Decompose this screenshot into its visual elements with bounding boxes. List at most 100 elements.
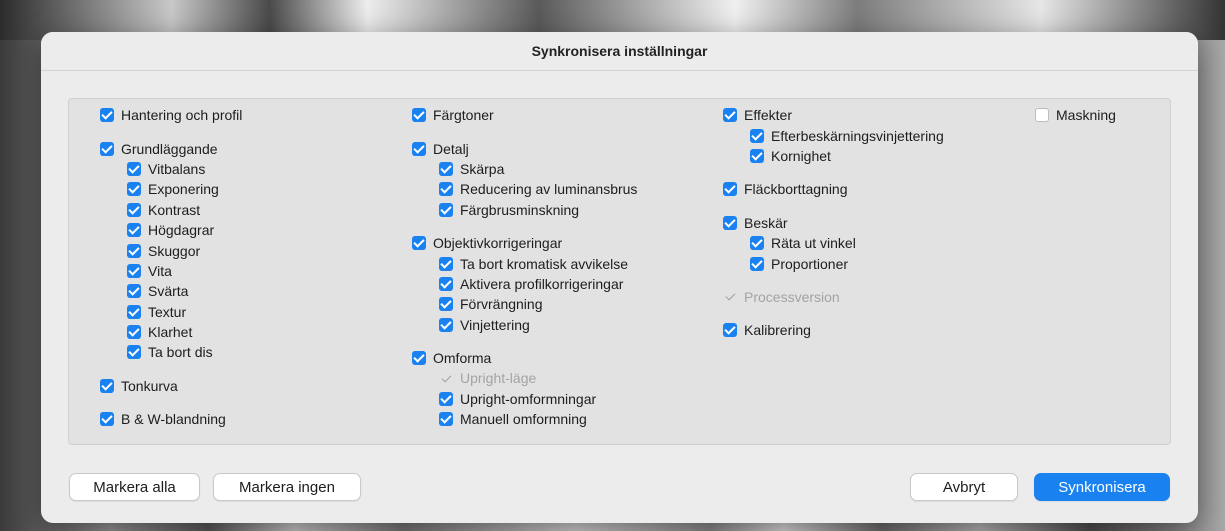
checked-checkbox-icon[interactable] (127, 263, 141, 278)
checkbox-row-kontrast[interactable]: Kontrast (100, 200, 242, 220)
checkbox-row-beskär[interactable]: Beskär (723, 213, 944, 233)
checked-checkbox-icon[interactable] (100, 412, 114, 427)
checkbox-row-objektivkorrigeringar[interactable]: Objektivkorrigeringar (412, 233, 637, 253)
checkbox-row-klarhet[interactable]: Klarhet (100, 322, 242, 342)
checkbox-row-effekter[interactable]: Effekter (723, 105, 944, 125)
checkbox-row-vinjettering[interactable]: Vinjettering (412, 315, 637, 335)
checkbox-row-skärpa[interactable]: Skärpa (412, 159, 637, 179)
checkbox-label: Grundläggande (121, 140, 218, 157)
checkbox-row-aktivera-profilkorrigeringar[interactable]: Aktivera profilkorrigeringar (412, 274, 637, 294)
checked-checkbox-icon[interactable] (439, 297, 453, 312)
checked-checkbox-icon[interactable] (127, 243, 141, 258)
checked-checkbox-icon[interactable] (723, 182, 737, 197)
checkbox-label: Skuggor (148, 242, 201, 259)
checkbox-row-hantering-och-profil[interactable]: Hantering och profil (100, 105, 242, 125)
checked-checkbox-icon[interactable] (127, 202, 141, 217)
checkbox-row-räta-ut-vinkel[interactable]: Räta ut vinkel (723, 233, 944, 253)
checkbox-row-ta-bort-dis[interactable]: Ta bort dis (100, 342, 242, 362)
checked-checkbox-icon[interactable] (412, 351, 426, 366)
synchronize-button[interactable]: Synkronisera (1034, 473, 1170, 501)
checked-checkbox-icon[interactable] (750, 256, 764, 271)
checked-checkbox-icon[interactable] (100, 108, 114, 123)
checked-checkbox-icon[interactable] (439, 182, 453, 197)
checked-checkbox-icon[interactable] (723, 215, 737, 230)
checked-checkbox-icon[interactable] (439, 276, 453, 291)
checkbox-row-manuell-omformning[interactable]: Manuell omformning (412, 409, 637, 429)
checked-checkbox-icon[interactable] (439, 412, 453, 427)
checkbox-row-skuggor[interactable]: Skuggor (100, 240, 242, 260)
checked-checkbox-icon[interactable] (412, 236, 426, 251)
checkbox-row-vita[interactable]: Vita (100, 261, 242, 281)
checked-checkbox-icon[interactable] (412, 141, 426, 156)
checkbox-label: Upright-omformningar (460, 390, 597, 407)
checked-checkbox-icon[interactable] (439, 161, 453, 176)
select-all-button[interactable]: Markera alla (69, 473, 200, 501)
checked-checkbox-icon[interactable] (439, 317, 453, 332)
checkbox-label: Klarhet (148, 324, 193, 341)
checked-checkbox-icon (723, 290, 737, 304)
checkbox-row-färgbrusminskning[interactable]: Färgbrusminskning (412, 200, 637, 220)
checkbox-row-reducering-av-luminansbrus[interactable]: Reducering av luminansbrus (412, 179, 637, 199)
checkbox-label: Förvrängning (460, 296, 543, 313)
checkbox-row-exponering[interactable]: Exponering (100, 179, 242, 199)
checked-checkbox-icon[interactable] (127, 161, 141, 176)
checkbox-label: Maskning (1056, 107, 1116, 124)
checked-checkbox-icon[interactable] (723, 108, 737, 123)
cancel-button[interactable]: Avbryt (910, 473, 1018, 501)
checkbox-label: Processversion (744, 288, 840, 305)
checkbox-row-grundläggande[interactable]: Grundläggande (100, 138, 242, 158)
checkbox-row-tonkurva[interactable]: Tonkurva (100, 376, 242, 396)
checked-checkbox-icon[interactable] (439, 202, 453, 217)
checkbox-label: Hantering och profil (121, 107, 243, 124)
checkbox-row-maskning[interactable]: Maskning (1035, 105, 1116, 125)
checkbox-row-svärta[interactable]: Svärta (100, 281, 242, 301)
checkbox-row-upright-omformningar[interactable]: Upright-omformningar (412, 389, 637, 409)
checked-checkbox-icon[interactable] (127, 345, 141, 360)
checkbox-row-textur[interactable]: Textur (100, 302, 242, 322)
checked-checkbox-icon[interactable] (439, 391, 453, 406)
checkbox-label: Proportioner (771, 255, 849, 272)
checked-checkbox-icon[interactable] (750, 148, 764, 163)
checkbox-row-kornighet[interactable]: Kornighet (723, 146, 944, 166)
checkbox-row-färgtoner[interactable]: Färgtoner (412, 105, 637, 125)
checked-checkbox-icon[interactable] (750, 128, 764, 143)
checked-checkbox-icon[interactable] (127, 284, 141, 299)
checkbox-row-förvrängning[interactable]: Förvrängning (412, 294, 637, 314)
checkbox-label: Textur (148, 303, 187, 320)
unchecked-checkbox-icon[interactable] (1035, 108, 1049, 123)
checkbox-label: Skärpa (460, 160, 505, 177)
checkbox-row-detalj[interactable]: Detalj (412, 138, 637, 158)
checkbox-label: Beskär (744, 214, 788, 231)
checked-checkbox-icon[interactable] (127, 304, 141, 319)
checkbox-row-efterbeskärningsvinjettering[interactable]: Efterbeskärningsvinjettering (723, 125, 944, 145)
settings-panel: Hantering och profil Grundläggande Vitbala… (68, 98, 1171, 445)
checkbox-label: Efterbeskärningsvinjettering (771, 127, 944, 144)
checkbox-label: Kalibrering (744, 322, 811, 339)
checkbox-row-ta-bort-kromatisk-avvikelse[interactable]: Ta bort kromatisk avvikelse (412, 253, 637, 273)
checkbox-row-b-w-blandning[interactable]: B & W-blandning (100, 409, 242, 429)
checkbox-label: Reducering av luminansbrus (460, 181, 638, 198)
checked-checkbox-icon[interactable] (127, 325, 141, 340)
checked-checkbox-icon[interactable] (412, 108, 426, 123)
checkbox-row-högdagrar[interactable]: Högdagrar (100, 220, 242, 240)
select-none-button[interactable]: Markera ingen (213, 473, 361, 501)
checkbox-row-kalibrering[interactable]: Kalibrering (723, 320, 944, 340)
checked-checkbox-icon[interactable] (439, 256, 453, 271)
checked-checkbox-icon[interactable] (100, 141, 114, 156)
checked-checkbox-icon[interactable] (750, 236, 764, 251)
checkbox-row-fläckborttagning[interactable]: Fläckborttagning (723, 179, 944, 199)
checkbox-label: Ta bort kromatisk avvikelse (460, 255, 629, 272)
checked-checkbox-icon[interactable] (127, 223, 141, 238)
checkbox-row-omforma[interactable]: Omforma (412, 348, 637, 368)
checkbox-row-proportioner[interactable]: Proportioner (723, 253, 944, 273)
checked-checkbox-icon[interactable] (127, 182, 141, 197)
checked-checkbox-icon[interactable] (723, 323, 737, 338)
checkbox-row-vitbalans[interactable]: Vitbalans (100, 159, 242, 179)
checked-checkbox-icon[interactable] (100, 378, 114, 393)
checkbox-label: Räta ut vinkel (771, 235, 856, 252)
